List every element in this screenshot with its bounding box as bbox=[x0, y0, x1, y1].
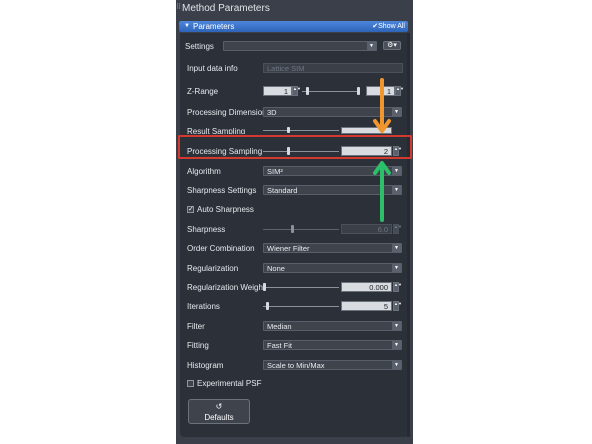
green-arrow bbox=[373, 161, 391, 222]
orange-arrow bbox=[373, 78, 391, 133]
annotation-arrows bbox=[373, 78, 391, 222]
